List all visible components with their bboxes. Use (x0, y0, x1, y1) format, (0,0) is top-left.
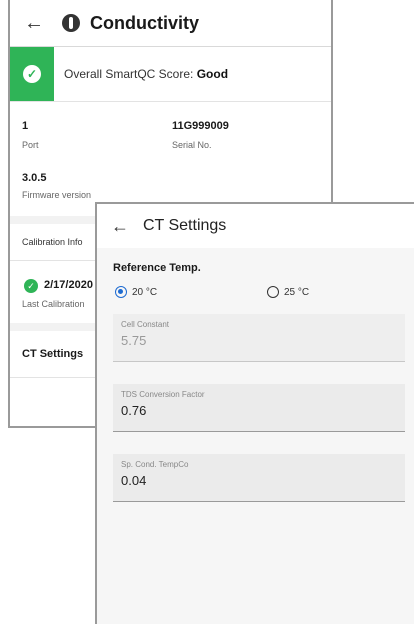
ct-settings-header: ← CT Settings (97, 204, 414, 248)
radio-25c-label: 25 °C (284, 286, 310, 298)
cell-constant-field: Cell Constant 5.75 (113, 314, 405, 362)
serial-label: Serial No. (172, 140, 212, 150)
ct-settings-body: Reference Temp. 20 °C 25 °C Cell Constan… (97, 248, 414, 624)
smartqc-row: ✓ Overall SmartQC Score: Good (10, 47, 331, 102)
check-icon: ✓ (23, 65, 41, 83)
page-title: CT Settings (143, 217, 227, 234)
conductivity-header: ← Conductivity (10, 0, 331, 47)
reference-temp-label: Reference Temp. (113, 262, 201, 274)
radio-unselected-icon (267, 286, 279, 298)
field-label: Cell Constant (121, 320, 170, 329)
firmware-label: Firmware version (22, 190, 92, 200)
field-value: 5.75 (121, 333, 147, 348)
qc-score-text: Overall SmartQC Score: Good (64, 67, 228, 81)
radio-20c-label: 20 °C (132, 286, 158, 298)
field-value: 0.04 (121, 473, 147, 488)
field-label: TDS Conversion Factor (121, 390, 205, 399)
qc-value: Good (196, 67, 229, 81)
back-arrow-icon[interactable]: ← (24, 12, 48, 35)
page-title: Conductivity (90, 12, 200, 33)
probe-icon (62, 14, 80, 32)
radio-selected-icon (115, 286, 127, 298)
field-label: Sp. Cond. TempCo (121, 460, 189, 469)
port-serial-row: 1 Port 11G999009 Serial No. (10, 102, 331, 168)
port-value: 1 (22, 120, 29, 132)
calibration-date: 2/17/2020 (44, 279, 93, 291)
field-value: 0.76 (121, 403, 147, 418)
qc-label: Overall SmartQC Score: (64, 67, 197, 81)
port-label: Port (22, 140, 39, 150)
ct-settings-screen: ← CT Settings Reference Temp. 20 °C 25 °… (95, 202, 414, 624)
qc-status-badge: ✓ (10, 47, 54, 101)
tempco-field[interactable]: Sp. Cond. TempCo 0.04 (113, 454, 405, 502)
radio-20c[interactable]: 20 °C (115, 286, 157, 298)
calibration-label: Last Calibration (22, 299, 85, 309)
tds-conversion-field[interactable]: TDS Conversion Factor 0.76 (113, 384, 405, 432)
firmware-value: 3.0.5 (22, 172, 47, 184)
back-arrow-icon[interactable]: ← (111, 216, 135, 237)
check-icon: ✓ (24, 279, 38, 293)
serial-value: 11G999009 (172, 120, 229, 132)
radio-25c[interactable]: 25 °C (267, 286, 309, 298)
reference-temp-radios: 20 °C 25 °C (97, 274, 414, 314)
